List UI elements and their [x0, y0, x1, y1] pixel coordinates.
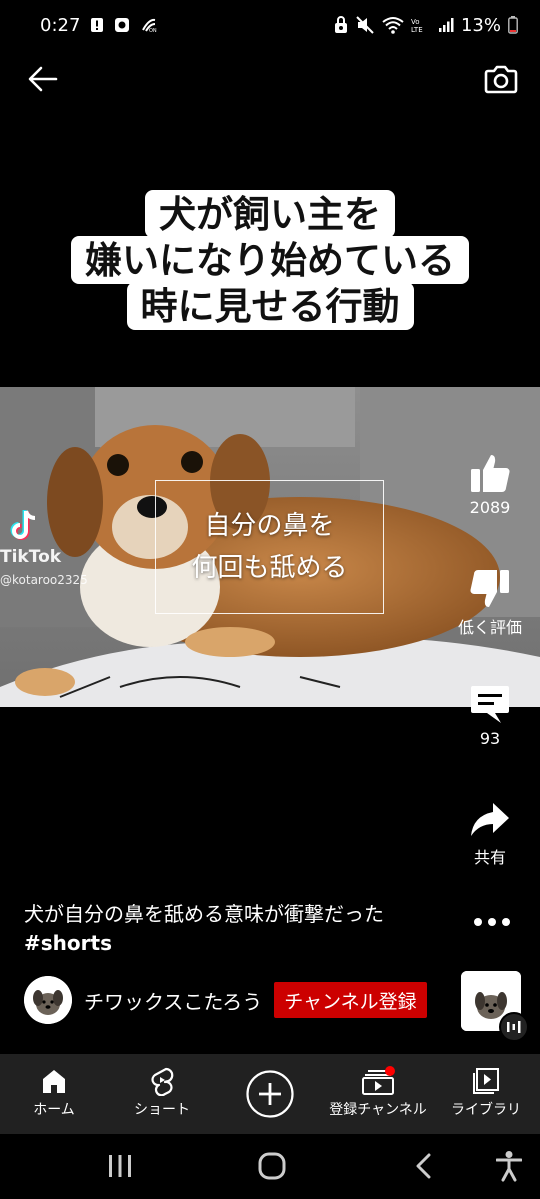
signal-icon: [438, 17, 454, 33]
status-time: 0:27: [40, 14, 81, 36]
sound-bars-icon: [507, 1021, 521, 1033]
subscriptions-icon: [362, 1066, 395, 1095]
like-count: 2089: [469, 498, 511, 517]
comment-icon: [471, 686, 509, 723]
svg-text:LTE: LTE: [411, 26, 423, 33]
nav-subscriptions-label: 登録チャンネル: [329, 1102, 427, 1118]
comments-button[interactable]: 93: [440, 683, 540, 748]
home-icon: [43, 1070, 65, 1093]
battery-percent: 13%: [460, 14, 501, 36]
dislike-button[interactable]: 低く評価: [440, 568, 540, 638]
camera-icon: [484, 65, 518, 94]
recording-icon: [114, 17, 130, 33]
top-bar: [0, 50, 540, 106]
back-button[interactable]: [22, 58, 64, 100]
subscribe-button[interactable]: チャンネル登録: [274, 982, 427, 1018]
accessibility-button[interactable]: [487, 1146, 531, 1186]
caption-line-2: 何回も舐める: [191, 553, 348, 583]
wifi-icon: [382, 16, 404, 34]
hashtag-link[interactable]: #shorts: [24, 931, 112, 955]
more-dot: [474, 918, 482, 926]
more-dot: [502, 918, 510, 926]
alert-icon: [90, 17, 104, 33]
video-title: 犬が自分の鼻を舐める意味が衝撃だった #shorts: [24, 900, 434, 958]
volte-icon: Vo LTE: [411, 17, 431, 33]
home-system-button[interactable]: [250, 1146, 294, 1186]
tiktok-username: @kotaroo2325: [0, 573, 88, 587]
nav-home[interactable]: ホーム: [0, 1054, 108, 1134]
channel-avatar[interactable]: [24, 976, 72, 1024]
video-title-text: 犬が自分の鼻を舐める意味が衝撃だった: [24, 902, 384, 926]
lock-icon: [334, 16, 348, 34]
dog-avatar-icon: [24, 976, 72, 1024]
video-caption: 自分の鼻を 何回も舐める: [155, 480, 384, 614]
share-label: 共有: [473, 848, 506, 867]
library-icon: [473, 1068, 499, 1094]
nav-library-label: ライブラリ: [451, 1102, 521, 1118]
nav-subscriptions[interactable]: 登録チャンネル: [324, 1054, 432, 1134]
system-nav: [0, 1134, 540, 1199]
dislike-label: 低く評価: [457, 618, 522, 637]
chevron-left-icon: [416, 1153, 431, 1179]
sound-badge: [499, 1012, 529, 1042]
plus-circle-icon: [246, 1070, 294, 1118]
channel-name[interactable]: チワックスこたろう: [84, 986, 262, 1015]
like-button[interactable]: 2089: [440, 452, 540, 517]
nav-shorts[interactable]: ショート: [108, 1054, 216, 1134]
mute-icon: [355, 16, 375, 34]
video-title-card: 犬が飼い主を 嫌いになり始めている 時に見せる行動: [64, 190, 476, 330]
recent-apps-icon: [109, 1155, 131, 1177]
bottom-nav: ホーム ショート 登録チャンネル ライブラリ: [0, 1054, 540, 1134]
nav-home-label: ホーム: [33, 1102, 75, 1118]
more-dot: [488, 918, 496, 926]
home-circle-icon: [258, 1152, 286, 1180]
arrow-left-icon: [28, 66, 58, 92]
nav-shorts-label: ショート: [134, 1102, 190, 1118]
thumbs-up-icon: [471, 455, 510, 492]
svg-text:Vo: Vo: [411, 18, 420, 26]
channel-row: チワックスこたろう チャンネル登録: [24, 975, 427, 1025]
camera-button[interactable]: [480, 58, 522, 100]
accessibility-icon: [496, 1151, 522, 1182]
recent-apps-button[interactable]: [98, 1146, 142, 1186]
shorts-icon: [151, 1067, 174, 1096]
title-line-2: 嫌いになり始めている: [71, 236, 469, 284]
more-options-button[interactable]: [470, 908, 514, 936]
title-line-3: 時に見せる行動: [126, 282, 414, 330]
share-icon: [471, 803, 509, 836]
battery-icon: [508, 16, 518, 34]
tiktok-name: TikTok: [0, 547, 62, 567]
nav-library[interactable]: ライブラリ: [432, 1054, 540, 1134]
svg-text:ON: ON: [149, 28, 157, 33]
nfc-icon: ON: [140, 17, 158, 33]
status-bar: 0:27 ON Vo LTE 13%: [0, 0, 540, 50]
comment-count: 93: [479, 729, 501, 748]
create-button[interactable]: [216, 1054, 324, 1134]
back-system-button[interactable]: [402, 1146, 446, 1186]
thumbs-down-icon: [470, 570, 509, 607]
title-line-1: 犬が飼い主を: [145, 190, 395, 238]
caption-line-1: 自分の鼻を: [204, 511, 335, 541]
share-button[interactable]: 共有: [440, 798, 540, 868]
